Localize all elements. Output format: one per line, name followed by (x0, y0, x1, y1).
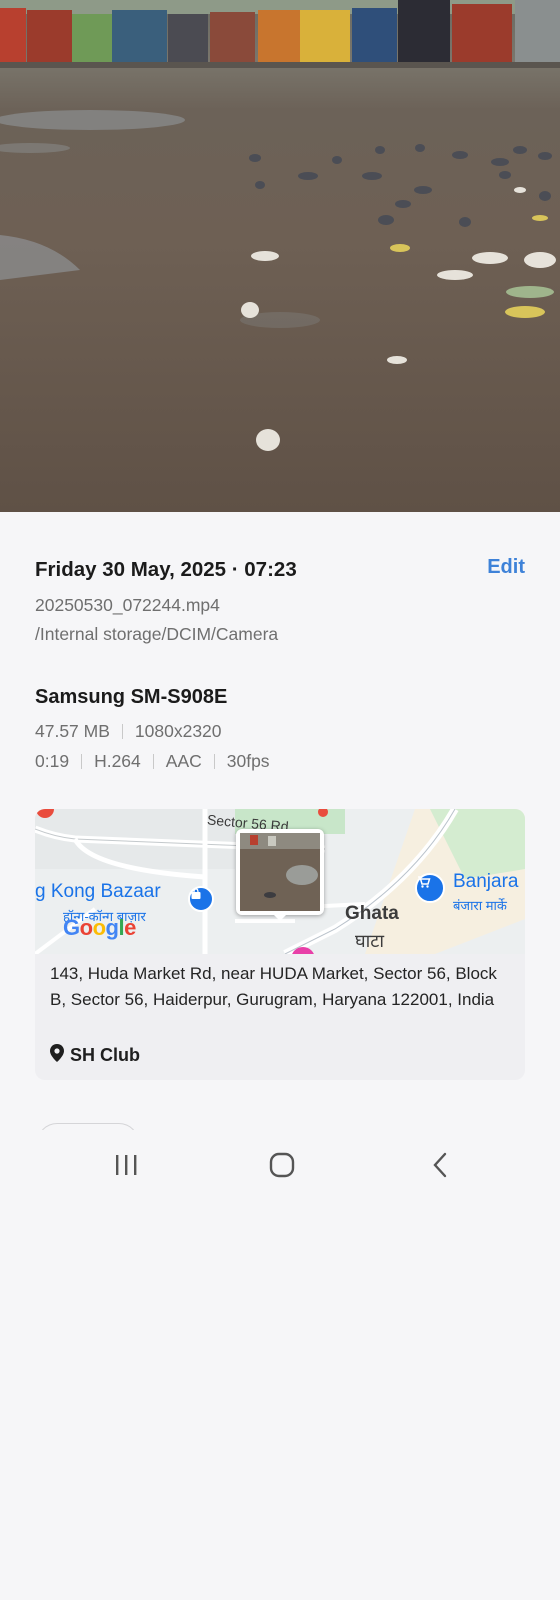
resolution: 1080x2320 (134, 721, 222, 741)
photo-location-pin[interactable] (236, 829, 324, 921)
capture-datetime: Friday 30 May, 2025 · 07:23 (35, 558, 297, 581)
duration: 0:19 (35, 751, 70, 771)
shopping-cart-icon[interactable] (415, 873, 445, 903)
shopping-bag-icon[interactable] (188, 886, 214, 912)
pin-thumbnail-image (240, 833, 320, 911)
file-path: /Internal storage/DCIM/Camera (35, 624, 279, 644)
divider (152, 754, 154, 769)
location-card[interactable]: Sector 56 Rd g Kong Bazaar हॉन्ग-कॉन्ग ब… (35, 809, 525, 1080)
video-meta-row: 0:19 H.264 AAC 30fps (35, 751, 270, 772)
back-icon (433, 1152, 447, 1178)
recent-apps-icon (116, 1155, 137, 1175)
location-address: 143, Huda Market Rd, near HUDA Market, S… (50, 964, 497, 1009)
poi-label-right: Banjara (453, 871, 519, 892)
device-model: Samsung SM-S908E (35, 686, 228, 708)
photo-scene (0, 0, 560, 451)
place-name-row[interactable]: SH Club (50, 1044, 140, 1067)
place-name: SH Club (70, 1045, 140, 1065)
recent-apps-button[interactable] (106, 1150, 146, 1180)
location-map[interactable]: Sector 56 Rd g Kong Bazaar हॉन्ग-कॉन्ग ब… (35, 809, 525, 954)
audio-codec: AAC (165, 751, 202, 771)
file-name: 20250530_072244.mp4 (35, 595, 220, 615)
divider (121, 724, 123, 739)
poi-label-right-hindi: बंजारा मार्के (453, 898, 507, 913)
google-logo: Google (63, 915, 136, 940)
home-icon (269, 1152, 295, 1178)
video-thumbnail[interactable] (0, 0, 560, 512)
file-meta-row: 47.57 MB 1080x2320 (35, 721, 222, 742)
divider (213, 754, 215, 769)
back-button[interactable] (420, 1150, 460, 1180)
area-label: Ghata (345, 903, 399, 924)
system-nav-bar (0, 1130, 560, 1200)
video-codec: H.264 (94, 751, 141, 771)
edit-button[interactable]: Edit (487, 556, 525, 579)
location-pin-icon (50, 1044, 64, 1067)
frame-rate: 30fps (226, 751, 270, 771)
poi-label-left: g Kong Bazaar (35, 881, 161, 902)
home-button[interactable] (262, 1150, 302, 1180)
divider (81, 754, 83, 769)
file-size: 47.57 MB (35, 721, 110, 741)
area-label-hindi: घाटा (355, 931, 385, 951)
